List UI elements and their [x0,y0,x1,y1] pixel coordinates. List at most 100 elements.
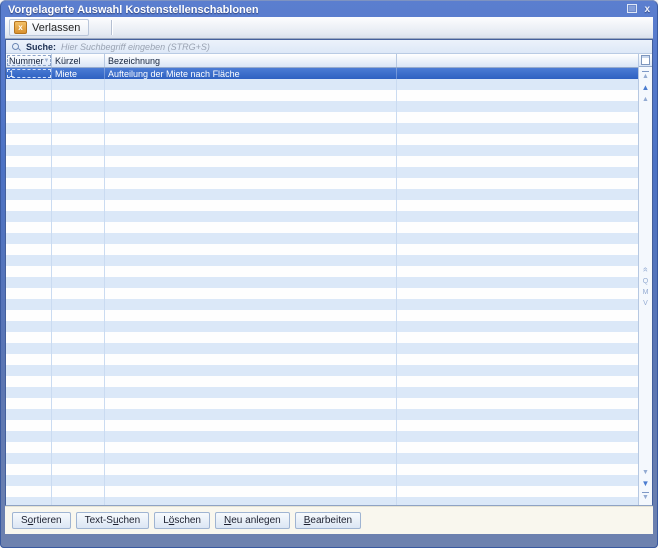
window-controls: x [627,3,650,16]
cell-blank [397,222,638,233]
table-row[interactable] [6,255,638,266]
table-row[interactable] [6,497,638,505]
table-row[interactable] [6,200,638,211]
cell-kuerzel [52,387,105,398]
bearbeiten-button[interactable]: Bearbeiten [294,511,362,529]
table-row[interactable] [6,79,638,90]
table-row[interactable] [6,431,638,442]
table-row[interactable] [6,453,638,464]
cell-kuerzel [52,475,105,486]
marker-icon[interactable]: M [643,289,649,296]
cell-bezeichnung [105,376,397,387]
table-row[interactable] [6,156,638,167]
cell-blank [397,409,638,420]
title-bar[interactable]: Vorgelagerte Auswahl Kostenstellenschabl… [0,0,658,17]
table-row[interactable] [6,101,638,112]
table-row[interactable] [6,376,638,387]
table-row[interactable] [6,233,638,244]
table-row[interactable] [6,332,638,343]
cell-blank [397,112,638,123]
toggle-view-icon[interactable]: V [643,300,648,307]
table-row[interactable] [6,354,638,365]
cell-nummer [6,123,52,134]
cell-kuerzel [52,200,105,211]
table-row[interactable] [6,398,638,409]
table-row[interactable] [6,365,638,376]
cell-bezeichnung [105,431,397,442]
cell-bezeichnung [105,167,397,178]
scroll-to-top-icon[interactable]: ▲ [642,71,649,80]
table-row[interactable] [6,475,638,486]
table-row[interactable] [6,387,638,398]
table-row[interactable] [6,420,638,431]
loeschen-button[interactable]: Lö schen [154,511,210,529]
table-row[interactable] [6,343,638,354]
cell-nummer [6,453,52,464]
strip-bottom-group: ▼ ▼ ▼ [642,465,650,505]
grid-side-strip: ▲ ▲ ▲ « Q M V ▼ ▼ ▼ [638,54,652,505]
cell-blank [397,321,638,332]
table-row[interactable] [6,277,638,288]
cell-nummer [6,497,52,505]
toolbar-separator [111,20,113,35]
table-row[interactable] [6,134,638,145]
cell-blank [397,211,638,222]
restore-icon[interactable] [627,3,638,16]
text-suchen-button[interactable]: Text-S u chen [75,511,150,529]
page-up-icon[interactable]: ▲ [642,96,649,103]
table-row[interactable] [6,178,638,189]
cell-kuerzel [52,244,105,255]
table-row[interactable] [6,409,638,420]
table-row[interactable] [6,211,638,222]
column-header-kuerzel[interactable]: Kürzel [52,54,105,67]
cell-kuerzel [52,497,105,505]
page-down-icon[interactable]: ▼ [642,469,649,476]
table-row[interactable] [6,321,638,332]
cell-blank [397,453,638,464]
neu-anlegen-button[interactable]: Neu anlegen [215,511,290,529]
table-row[interactable] [6,486,638,497]
table-row[interactable] [6,442,638,453]
verlassen-button[interactable]: x Verlassen [9,19,90,36]
cell-bezeichnung [105,266,397,277]
table-row[interactable] [6,244,638,255]
table-row-selected[interactable]: 1 Miete Aufteilung der Miete nach Fläche [6,68,638,79]
cell-bezeichnung [105,189,397,200]
scroll-up-icon[interactable]: ▲ [642,84,650,92]
table-row[interactable] [6,310,638,321]
cell-nummer [6,343,52,354]
column-header-blank[interactable] [397,54,638,67]
table-row[interactable] [6,288,638,299]
column-chooser-icon [641,55,650,65]
table-row[interactable] [6,189,638,200]
cell-kuerzel [52,343,105,354]
scroll-to-bottom-icon[interactable]: ▼ [642,492,649,501]
search-bar[interactable]: Suche: Hier Suchbegriff eingeben (STRG+S… [6,40,652,54]
search-strip-icon[interactable]: Q [643,278,648,285]
cell-blank [397,266,638,277]
column-header-nummer[interactable]: Nummer ▼ [6,54,52,67]
table-row[interactable] [6,145,638,156]
table-row[interactable] [6,299,638,310]
cell-nummer [6,310,52,321]
table-row[interactable] [6,464,638,475]
collapse-columns-icon[interactable]: « [641,267,651,272]
table-row[interactable] [6,123,638,134]
cell-nummer [6,112,52,123]
search-placeholder: Hier Suchbegriff eingeben (STRG+S) [61,41,210,52]
sortieren-button[interactable]: So rtieren [12,511,71,529]
cell-kuerzel [52,222,105,233]
table-row[interactable] [6,167,638,178]
table-row[interactable] [6,222,638,233]
column-header-bezeichnung[interactable]: Bezeichnung [105,54,397,67]
column-chooser-button[interactable] [639,54,652,67]
cell-nummer [6,398,52,409]
table-row[interactable] [6,112,638,123]
table-row[interactable] [6,266,638,277]
table-row[interactable] [6,90,638,101]
toolbar: x Verlassen [5,17,653,39]
cell-kuerzel [52,365,105,376]
close-icon[interactable]: x [644,4,650,15]
scroll-down-icon[interactable]: ▼ [642,480,650,488]
cell-nummer [6,277,52,288]
